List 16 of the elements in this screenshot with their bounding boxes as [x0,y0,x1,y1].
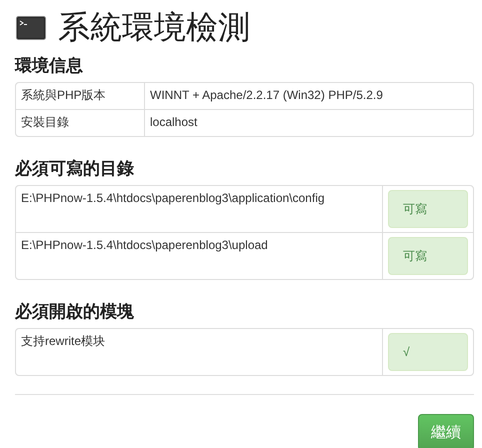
table-cell: localhost [145,109,473,136]
section-heading: 必須可寫的目錄 [15,159,135,179]
status-label: 可寫 [388,190,468,228]
status-label: 可寫 [388,237,468,275]
table-cell: E:\PHPnow-1.5.4\htdocs\paperenblog3\application\config [16,186,383,232]
section-heading: 環境信息 [15,56,84,76]
page-title: 系統環境檢測 [58,8,250,47]
table-cell: 安裝目錄 [16,109,145,136]
table-cell: E:\PHPnow-1.5.4\htdocs\paperenblog3\upload [16,232,383,279]
table-cell: 支持rewrite模块 [16,329,383,375]
terminal-icon [16,16,46,40]
section-heading: 必須開啟的模塊 [15,302,135,322]
table-cell: 系統與PHP版本 [16,83,145,109]
table-cell-text: WINNT + Apache/2.2.17 (Win32) PHP/5.2.9 [149,87,384,104]
status-label: √ [388,333,468,371]
continue-button[interactable]: 繼續 [418,414,474,448]
